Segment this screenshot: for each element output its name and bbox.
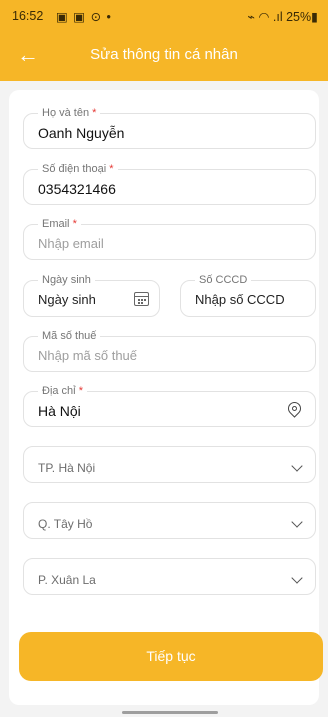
chevron-down-icon <box>291 572 303 584</box>
name-label: Họ và tên <box>42 107 90 119</box>
city-value: TP. Hà Nội <box>38 461 96 475</box>
email-placeholder: Nhập email <box>38 236 104 251</box>
continue-button[interactable]: Tiếp tục <box>19 632 323 681</box>
birthday-label: Ngày sinh <box>38 274 95 287</box>
status-bar: 16:52 ▣ ▣ ⊙ • ⌁ ◠ .ıl 25%▮ <box>0 0 328 30</box>
address-field[interactable]: Địa chỉ * Hà Nội <box>23 385 316 427</box>
app-bar: ← Sửa thông tin cá nhân <box>0 30 328 81</box>
cccd-field[interactable]: Số CCCD Nhập số CCCD <box>180 274 316 317</box>
birthday-field[interactable]: Ngày sinh Ngày sinh <box>23 274 160 317</box>
email-label: Email <box>42 218 70 230</box>
required-mark: * <box>72 218 77 230</box>
tax-code-field[interactable]: Mã số thuế Nhập mã số thuế <box>23 330 316 372</box>
required-mark: * <box>78 385 83 397</box>
phone-field[interactable]: Số điện thoại * 0354321466 <box>23 163 316 205</box>
city-select[interactable]: TP. Hà Nội <box>23 446 316 483</box>
chevron-down-icon <box>291 460 303 472</box>
ward-select[interactable]: P. Xuân La <box>23 558 316 595</box>
phone-value: 0354321466 <box>38 181 116 197</box>
battery-signal-indicator: ⌁ ◠ .ıl 25%▮ <box>247 10 318 24</box>
notification-icons: ▣ ▣ ⊙ • <box>56 10 112 24</box>
tax-code-placeholder: Nhập mã số thuế <box>38 348 138 363</box>
address-label: Địa chỉ <box>42 385 76 397</box>
status-time: 16:52 <box>12 9 44 23</box>
required-mark: * <box>109 163 114 175</box>
chevron-down-icon <box>291 516 303 528</box>
cccd-placeholder: Nhập số CCCD <box>195 292 285 307</box>
required-mark: * <box>92 107 97 119</box>
district-value: Q. Tây Hồ <box>38 517 93 531</box>
birthday-placeholder: Ngày sinh <box>38 292 96 307</box>
location-pin-icon[interactable] <box>285 399 304 418</box>
phone-label: Số điện thoại <box>42 163 107 175</box>
address-value: Hà Nội <box>38 403 81 419</box>
home-indicator <box>122 711 218 714</box>
ward-value: P. Xuân La <box>38 573 96 587</box>
district-select[interactable]: Q. Tây Hồ <box>23 502 316 539</box>
calendar-icon[interactable] <box>134 292 149 306</box>
tax-code-label: Mã số thuế <box>38 330 101 343</box>
name-field[interactable]: Họ và tên * Oanh Nguyễn <box>23 107 316 149</box>
page-title: Sửa thông tin cá nhân <box>90 46 238 63</box>
cccd-label: Số CCCD <box>195 274 252 287</box>
email-field[interactable]: Email * Nhập email <box>23 218 316 260</box>
name-value: Oanh Nguyễn <box>38 125 125 141</box>
